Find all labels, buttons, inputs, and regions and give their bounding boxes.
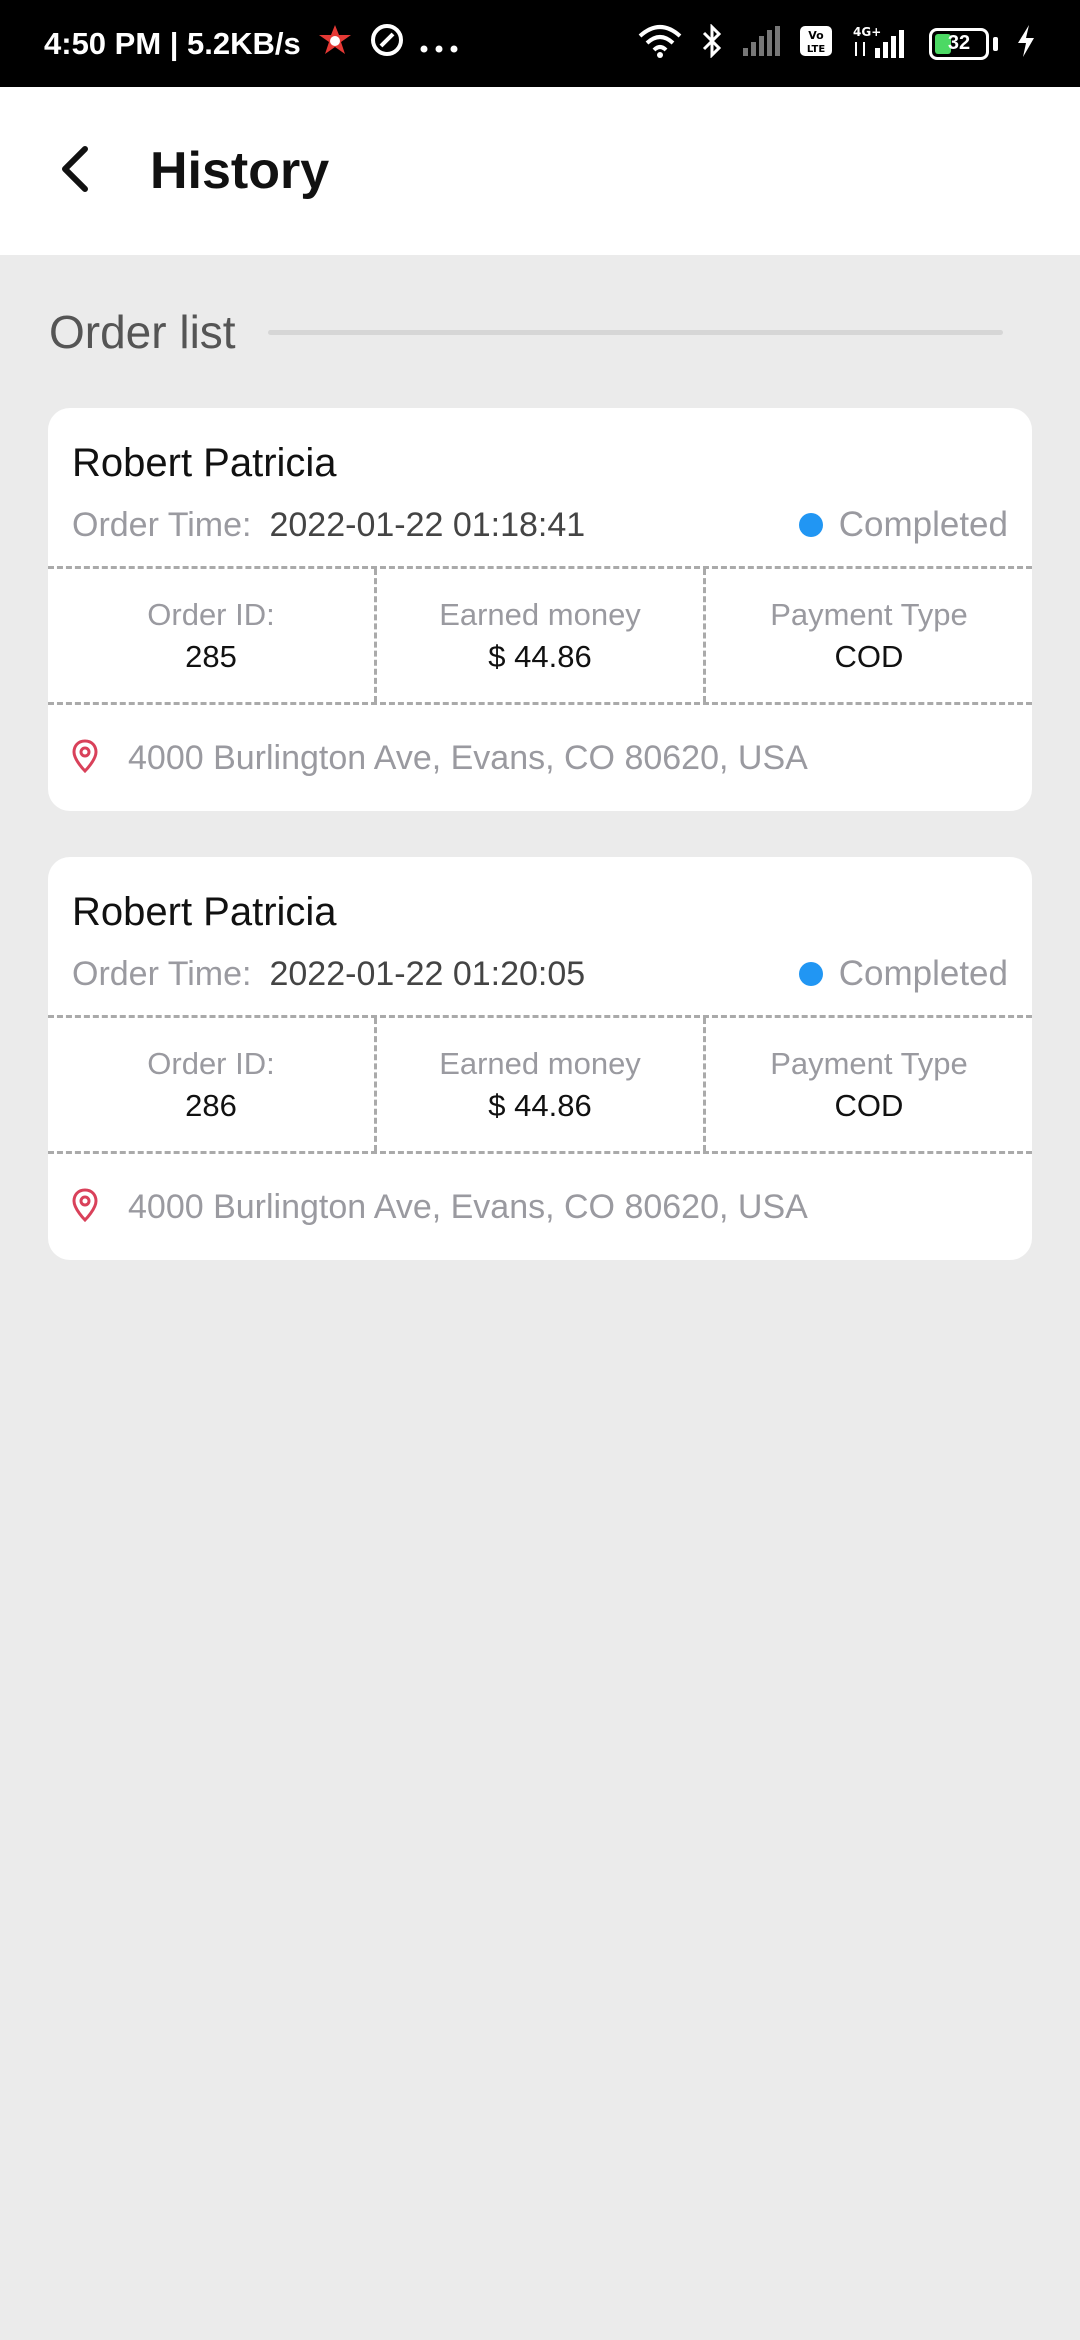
media-icon — [369, 22, 405, 66]
address-row: 4000 Burlington Ave, Evans, CO 80620, US… — [48, 705, 1032, 811]
status-text: Completed — [838, 954, 1008, 993]
page-title: History — [150, 142, 330, 200]
order-time-value: 2022-01-22 01:18:41 — [269, 505, 586, 544]
status-text: Completed — [838, 505, 1008, 544]
svg-text:4G+: 4G+ — [853, 25, 881, 39]
section-title: Order list — [49, 306, 236, 358]
charging-icon — [1016, 24, 1036, 63]
battery-cap — [993, 36, 998, 51]
status-badge: Completed — [798, 954, 1008, 994]
order-time-label: Order Time: — [72, 954, 252, 993]
order-id-cell: Order ID: 286 — [48, 1018, 374, 1151]
payment-type-label: Payment Type — [770, 1045, 968, 1081]
earned-money-cell: Earned money $ 44.86 — [374, 569, 703, 702]
signal-icon — [741, 26, 781, 61]
order-stats: Order ID: 285 Earned money $ 44.86 Payme… — [48, 566, 1032, 705]
more-dots-icon — [419, 26, 459, 62]
order-card[interactable]: Robert Patricia Order Time: 2022-01-22 0… — [48, 408, 1032, 811]
battery-level: 32 — [947, 32, 971, 54]
order-time-row: Order Time: 2022-01-22 01:18:41 Complete… — [72, 494, 1008, 556]
app-header: History — [0, 87, 1080, 255]
order-list-header: Order list — [49, 305, 1003, 359]
payment-type-value: COD — [834, 638, 904, 674]
status-bar: 4:50 PM | 5.2KB/s Vo LTE 4G+ 32 — [0, 0, 1080, 87]
order-time-row: Order Time: 2022-01-22 01:20:05 Complete… — [72, 943, 1008, 1005]
status-left: 4:50 PM | 5.2KB/s — [44, 22, 459, 66]
svg-text:LTE: LTE — [807, 44, 826, 55]
order-list: Robert Patricia Order Time: 2022-01-22 0… — [48, 408, 1032, 1306]
battery-icon: 32 — [929, 27, 989, 60]
4g-signal-icon: 4G+ — [851, 24, 911, 63]
section-divider — [267, 329, 1003, 335]
status-time-speed: 4:50 PM | 5.2KB/s — [44, 25, 301, 61]
status-right: Vo LTE 4G+ 32 — [637, 23, 1036, 63]
order-id-label: Order ID: — [147, 596, 275, 632]
order-id-value: 285 — [185, 638, 237, 674]
order-card-top: Robert Patricia Order Time: 2022-01-22 0… — [48, 408, 1032, 556]
back-button[interactable] — [40, 136, 110, 206]
earned-money-label: Earned money — [439, 596, 641, 632]
order-card[interactable]: Robert Patricia Order Time: 2022-01-22 0… — [48, 857, 1032, 1260]
address-text: 4000 Burlington Ave, Evans, CO 80620, US… — [128, 1187, 808, 1226]
payment-type-cell: Payment Type COD — [703, 1018, 1032, 1151]
payment-type-value: COD — [834, 1087, 904, 1123]
earned-money-cell: Earned money $ 44.86 — [374, 1018, 703, 1151]
status-dot-icon — [798, 513, 823, 537]
wifi-icon — [637, 24, 683, 63]
status-badge: Completed — [798, 505, 1008, 545]
back-arrow-icon — [55, 144, 95, 199]
order-time-value: 2022-01-22 01:20:05 — [269, 954, 586, 993]
bluetooth-icon — [701, 23, 723, 63]
customer-name: Robert Patricia — [72, 890, 337, 934]
earned-money-label: Earned money — [439, 1045, 641, 1081]
earned-money-value: $ 44.86 — [488, 1087, 592, 1123]
address-row: 4000 Burlington Ave, Evans, CO 80620, US… — [48, 1154, 1032, 1260]
earned-money-value: $ 44.86 — [488, 638, 592, 674]
payment-type-label: Payment Type — [770, 596, 968, 632]
order-id-cell: Order ID: 285 — [48, 569, 374, 702]
order-id-label: Order ID: — [147, 1045, 275, 1081]
volte-icon: Vo LTE — [799, 25, 833, 62]
app-notification-icon — [315, 23, 355, 65]
order-time-label: Order Time: — [72, 505, 252, 544]
order-id-value: 286 — [185, 1087, 237, 1123]
payment-type-cell: Payment Type COD — [703, 569, 1032, 702]
order-stats: Order ID: 286 Earned money $ 44.86 Payme… — [48, 1015, 1032, 1154]
customer-name: Robert Patricia — [72, 441, 337, 485]
location-pin-icon — [72, 1187, 98, 1227]
order-card-top: Robert Patricia Order Time: 2022-01-22 0… — [48, 857, 1032, 1005]
location-pin-icon — [72, 738, 98, 778]
address-text: 4000 Burlington Ave, Evans, CO 80620, US… — [128, 738, 808, 777]
status-dot-icon — [798, 962, 823, 986]
svg-text:Vo: Vo — [808, 29, 824, 42]
